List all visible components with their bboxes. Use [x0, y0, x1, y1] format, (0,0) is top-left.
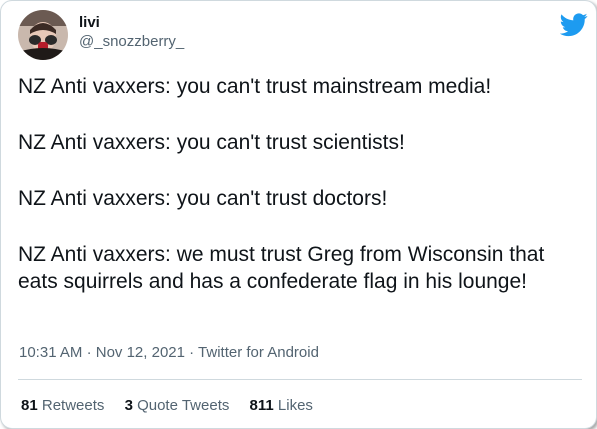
quote-tweets-label: Quote Tweets — [137, 397, 230, 414]
tweet-date[interactable]: Nov 12, 2021 — [96, 344, 185, 361]
meta-separator: · — [86, 344, 92, 361]
tweet-card[interactable]: livi @_snozzberry_ NZ Anti vaxxers: you … — [0, 0, 597, 429]
likes-stat[interactable]: 811 Likes — [250, 397, 313, 415]
tweet-source[interactable]: Twitter for Android — [198, 344, 319, 361]
twitter-bird-icon[interactable] — [559, 13, 588, 37]
retweets-stat[interactable]: 81 Retweets — [21, 397, 104, 415]
user-handle[interactable]: @_snozzberry_ — [79, 32, 184, 52]
divider — [18, 379, 582, 380]
quote-tweets-stat[interactable]: 3 Quote Tweets — [125, 397, 230, 415]
author-names: livi @_snozzberry_ — [79, 14, 184, 52]
tweet-line: NZ Anti vaxxers: you can't trust scienti… — [18, 131, 405, 154]
tweet-line: NZ Anti vaxxers: we must trust Greg from… — [18, 243, 545, 293]
avatar[interactable] — [18, 10, 68, 60]
likes-count: 811 — [249, 397, 274, 414]
tweet-line: NZ Anti vaxxers: you can't trust mainstr… — [18, 75, 492, 98]
tweet-text: NZ Anti vaxxers: you can't trust mainstr… — [18, 73, 578, 295]
tweet-meta: 10:31 AM · Nov 12, 2021 · Twitter for An… — [19, 344, 319, 362]
likes-label: Likes — [277, 397, 313, 414]
retweets-label: Retweets — [41, 397, 105, 414]
retweets-count: 81 — [21, 397, 38, 414]
quote-tweets-count: 3 — [124, 397, 133, 414]
tweet-stats: 81 Retweets 3 Quote Tweets 811 Likes — [21, 397, 329, 415]
meta-separator: · — [189, 344, 195, 361]
tweet-time[interactable]: 10:31 AM — [19, 344, 82, 361]
tweet-line: NZ Anti vaxxers: you can't trust doctors… — [18, 187, 388, 210]
tweet-header: livi @_snozzberry_ — [18, 10, 588, 62]
display-name[interactable]: livi — [79, 14, 184, 32]
